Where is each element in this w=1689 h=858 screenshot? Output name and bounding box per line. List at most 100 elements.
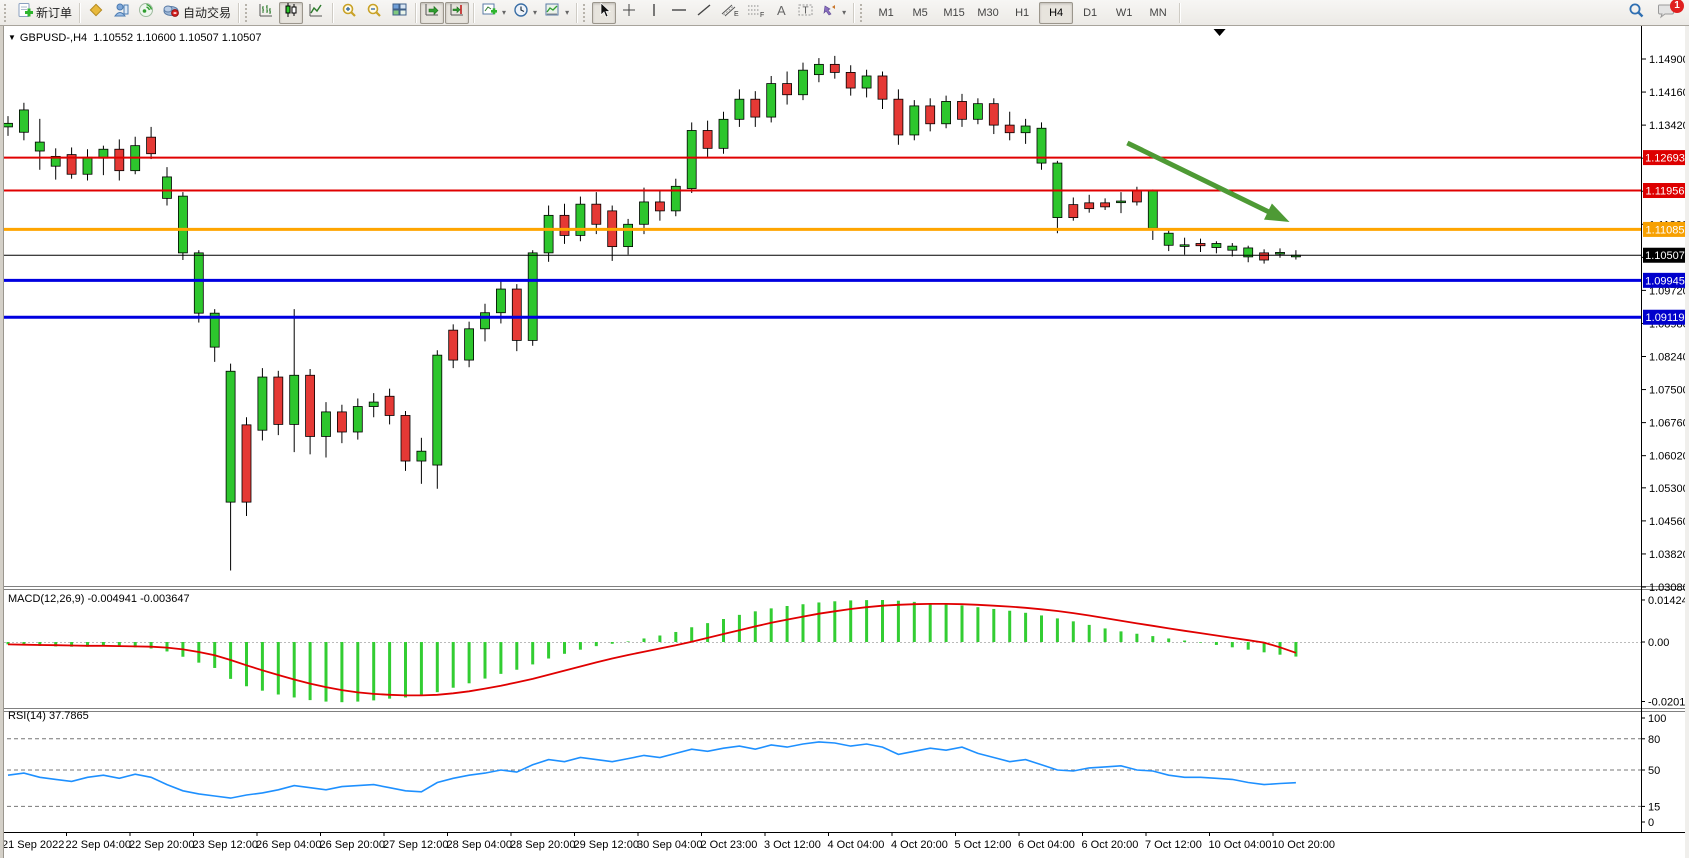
candle: [274, 377, 283, 424]
text-label-tool-button[interactable]: T: [794, 2, 818, 24]
timeframe-button-m1[interactable]: M1: [869, 2, 903, 24]
channel-tool-button[interactable]: E: [717, 2, 742, 24]
candle: [337, 412, 346, 432]
autotrading-button[interactable]: 自动交易: [159, 2, 234, 24]
new-chart-icon: [481, 2, 498, 23]
pane-splitter-macd[interactable]: [0, 584, 1689, 589]
fibonacci-icon: F: [746, 2, 765, 23]
price-axis[interactable]: [1641, 26, 1689, 832]
candle: [958, 101, 967, 119]
timeframe-button-m30[interactable]: M30: [971, 2, 1005, 24]
horizontal-line-tool-button[interactable]: [667, 2, 691, 24]
candle: [353, 407, 362, 432]
macd-values: -0.004941 -0.003647: [87, 593, 189, 605]
crosshair-tool-button[interactable]: [617, 2, 641, 24]
candle: [465, 329, 474, 360]
timeframe-button-h1[interactable]: H1: [1005, 2, 1039, 24]
new-order-icon: [16, 2, 33, 24]
chart-shift-button[interactable]: [445, 2, 469, 24]
notifications-button[interactable]: 1: [1654, 2, 1679, 24]
candle: [926, 106, 935, 124]
candle: [1085, 203, 1094, 209]
new-chart-button[interactable]: ▾: [478, 2, 509, 24]
chevron-down-icon: ▾: [565, 8, 569, 17]
candle: [624, 224, 633, 246]
zoom-out-button[interactable]: [362, 2, 386, 24]
candle: [1117, 201, 1126, 203]
line-chart-button[interactable]: [304, 2, 328, 24]
candle: [1228, 246, 1237, 250]
toolbar-drag-handle[interactable]: [245, 4, 251, 22]
candle: [1212, 243, 1221, 247]
period-button[interactable]: ▾: [510, 2, 540, 24]
chart-collapse-icon[interactable]: ▼: [8, 33, 16, 42]
auto-scroll-button[interactable]: [420, 2, 444, 24]
profiles-icon: [113, 2, 130, 23]
candle: [735, 99, 744, 119]
candle: [1005, 125, 1014, 133]
trading-terminal-window: 新订单 自动交易: [0, 0, 1689, 858]
rsi-name: RSI(14): [8, 710, 46, 722]
candle: [878, 76, 887, 99]
signals-button[interactable]: [134, 2, 158, 24]
toolbar-drag-handle[interactable]: [583, 4, 589, 22]
trendline-tool-button[interactable]: [692, 2, 716, 24]
candle: [258, 377, 267, 430]
cursor-tool-button[interactable]: [592, 2, 616, 24]
timeframe-button-m5[interactable]: M5: [903, 2, 937, 24]
fibonacci-tool-button[interactable]: F: [743, 2, 768, 24]
shapes-tool-button[interactable]: ▾: [819, 2, 849, 24]
toolbar-drag-handle[interactable]: [860, 4, 866, 22]
candlestick-chart-button[interactable]: [279, 2, 303, 24]
candle: [4, 123, 13, 127]
candle: [417, 451, 426, 461]
chart-title-bar: ▼GBPUSD-,H4 1.10552 1.10600 1.10507 1.10…: [8, 32, 262, 44]
zoom-in-button[interactable]: [337, 2, 361, 24]
candle: [1276, 252, 1285, 254]
candle: [290, 375, 299, 424]
candle: [449, 330, 458, 360]
time-axis[interactable]: [0, 832, 1641, 858]
chart-canvas[interactable]: 1.149001.141601.134201.126801.119401.112…: [0, 26, 1689, 858]
crosshair-icon: [621, 2, 637, 23]
timeframe-button-d1[interactable]: D1: [1073, 2, 1107, 24]
search-button[interactable]: [1624, 2, 1648, 24]
bar-chart-button[interactable]: [254, 2, 278, 24]
text-tool-button[interactable]: A: [769, 2, 793, 24]
candle: [147, 137, 156, 154]
candle: [814, 64, 823, 74]
vertical-line-tool-button[interactable]: [642, 2, 666, 24]
candle: [35, 142, 44, 151]
candle: [512, 289, 521, 340]
layouts-button[interactable]: [84, 2, 108, 24]
toolbar-drag-handle[interactable]: [4, 4, 10, 22]
line-chart-icon: [308, 2, 324, 23]
templates-button[interactable]: ▾: [541, 2, 572, 24]
layouts-icon: [88, 2, 104, 23]
timeframe-button-w1[interactable]: W1: [1107, 2, 1141, 24]
candle: [178, 196, 187, 253]
timeframe-button-mn[interactable]: MN: [1141, 2, 1175, 24]
candle: [1148, 190, 1157, 228]
candle: [385, 396, 394, 415]
candle: [592, 204, 601, 224]
candle: [894, 99, 903, 135]
timeframe-button-m15[interactable]: M15: [937, 2, 971, 24]
chevron-down-icon: ▾: [533, 8, 537, 17]
signals-icon: [138, 2, 154, 23]
pane-splitter-rsi[interactable]: [0, 706, 1689, 711]
candle: [194, 253, 203, 313]
tile-windows-button[interactable]: [387, 2, 411, 24]
candle: [1069, 205, 1078, 218]
profiles-button[interactable]: [109, 2, 133, 24]
timeframe-button-h4[interactable]: H4: [1039, 2, 1073, 24]
new-order-button[interactable]: 新订单: [13, 2, 75, 24]
candle: [1180, 245, 1189, 247]
candle: [433, 355, 442, 465]
svg-text:A: A: [777, 3, 786, 18]
chevron-down-icon: ▾: [842, 8, 846, 17]
search-icon: [1627, 1, 1645, 24]
svg-text:E: E: [734, 11, 739, 18]
candle: [560, 215, 569, 235]
candle: [481, 313, 490, 329]
